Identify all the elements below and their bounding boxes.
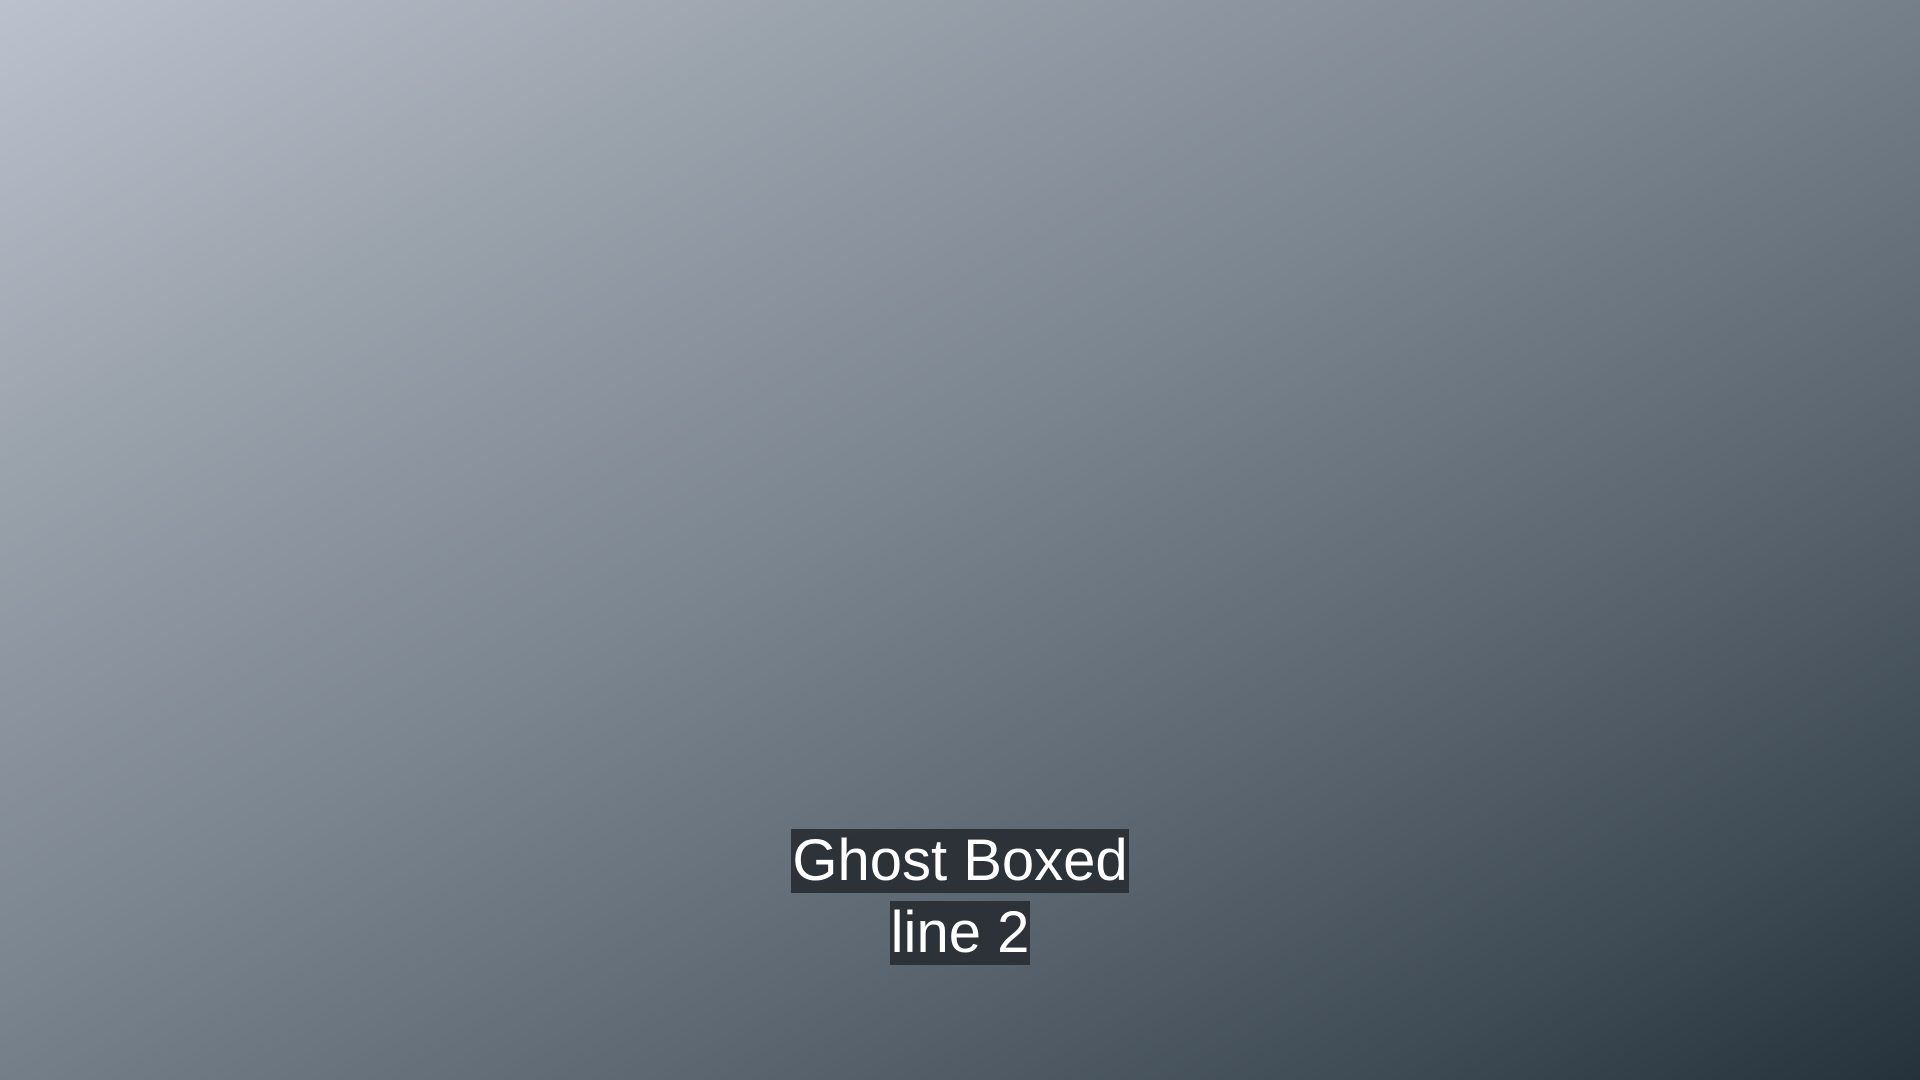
- caption-line-2: line 2: [889, 900, 1031, 965]
- video-frame-background: Ghost Boxed line 2: [0, 0, 1920, 1080]
- subtitle-caption: Ghost Boxed line 2: [0, 829, 1920, 965]
- caption-line-1: Ghost Boxed: [791, 828, 1129, 893]
